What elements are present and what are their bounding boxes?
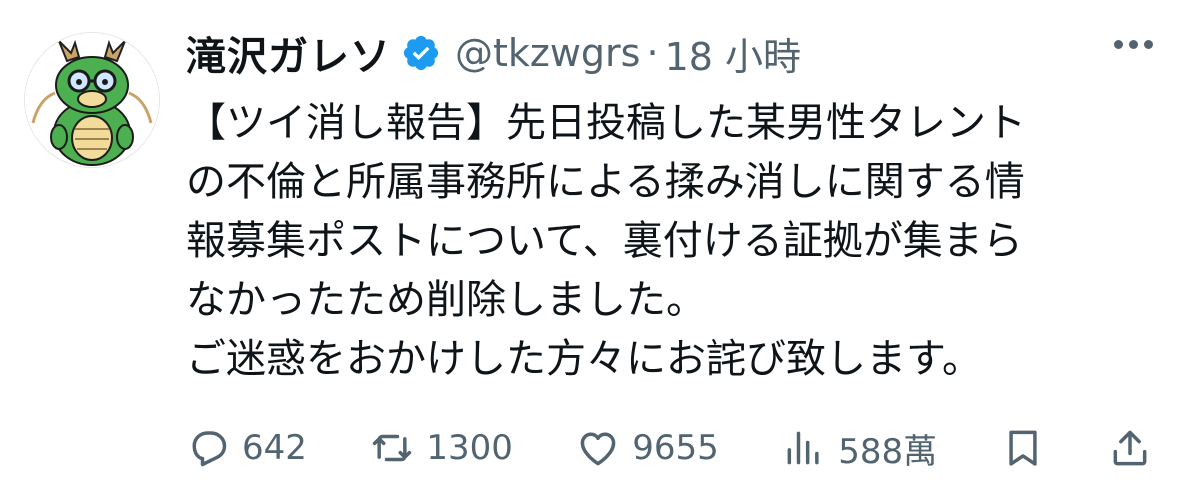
repost-count: 1300 [426,428,513,468]
bookmark-icon [1008,430,1037,466]
more-dot [1129,40,1138,49]
tweet-line: なかったため削除しました。 [186,277,706,323]
heart-icon [580,432,616,466]
more-icon[interactable] [1114,40,1153,49]
tweet-line: 報募集ポストについて、裏付ける証拠が集まら [186,218,1023,264]
like-button[interactable]: 9655 [576,426,719,470]
separator: · [646,31,659,75]
tweet-header: 滝沢ガレソ @tkzwgrs · 18 小時 [186,26,801,81]
action-bar: 642 1300 9655 588萬 [186,420,1152,476]
share-button[interactable] [1108,426,1152,470]
more-dot [1114,40,1123,49]
repost-icon [373,434,412,462]
user-handle[interactable]: @tkzwgrs [455,31,640,75]
bookmark-button[interactable] [1001,426,1045,470]
avatar[interactable] [24,32,160,168]
views-button[interactable]: 588萬 [782,424,937,473]
timestamp[interactable]: 18 小時 [665,26,801,81]
share-icon [1113,430,1147,466]
dragon-avatar-icon [25,33,159,167]
views-count: 588萬 [838,431,938,472]
tweet-text: 【ツイ消し報告】先日投稿した某男性タレント の不倫と所属事務所による揉み消しに関… [186,94,1146,389]
more-dot [1144,40,1153,49]
display-name[interactable]: 滝沢ガレソ [186,24,391,82]
like-count: 9655 [632,428,719,468]
reply-count: 642 [242,428,307,468]
views-icon [787,431,819,465]
repost-button[interactable]: 1300 [370,426,513,470]
reply-icon [192,431,227,467]
reply-button[interactable]: 642 [186,426,307,470]
tweet-line: 【ツイ消し報告】先日投稿した某男性タレント [186,100,1026,146]
tweet-line: の不倫と所属事務所による揉み消しに関する情 [186,159,1025,205]
tweet-line: ご迷惑をおかけした方々にお詫び致します。 [186,336,982,382]
verified-badge-icon [401,33,441,73]
